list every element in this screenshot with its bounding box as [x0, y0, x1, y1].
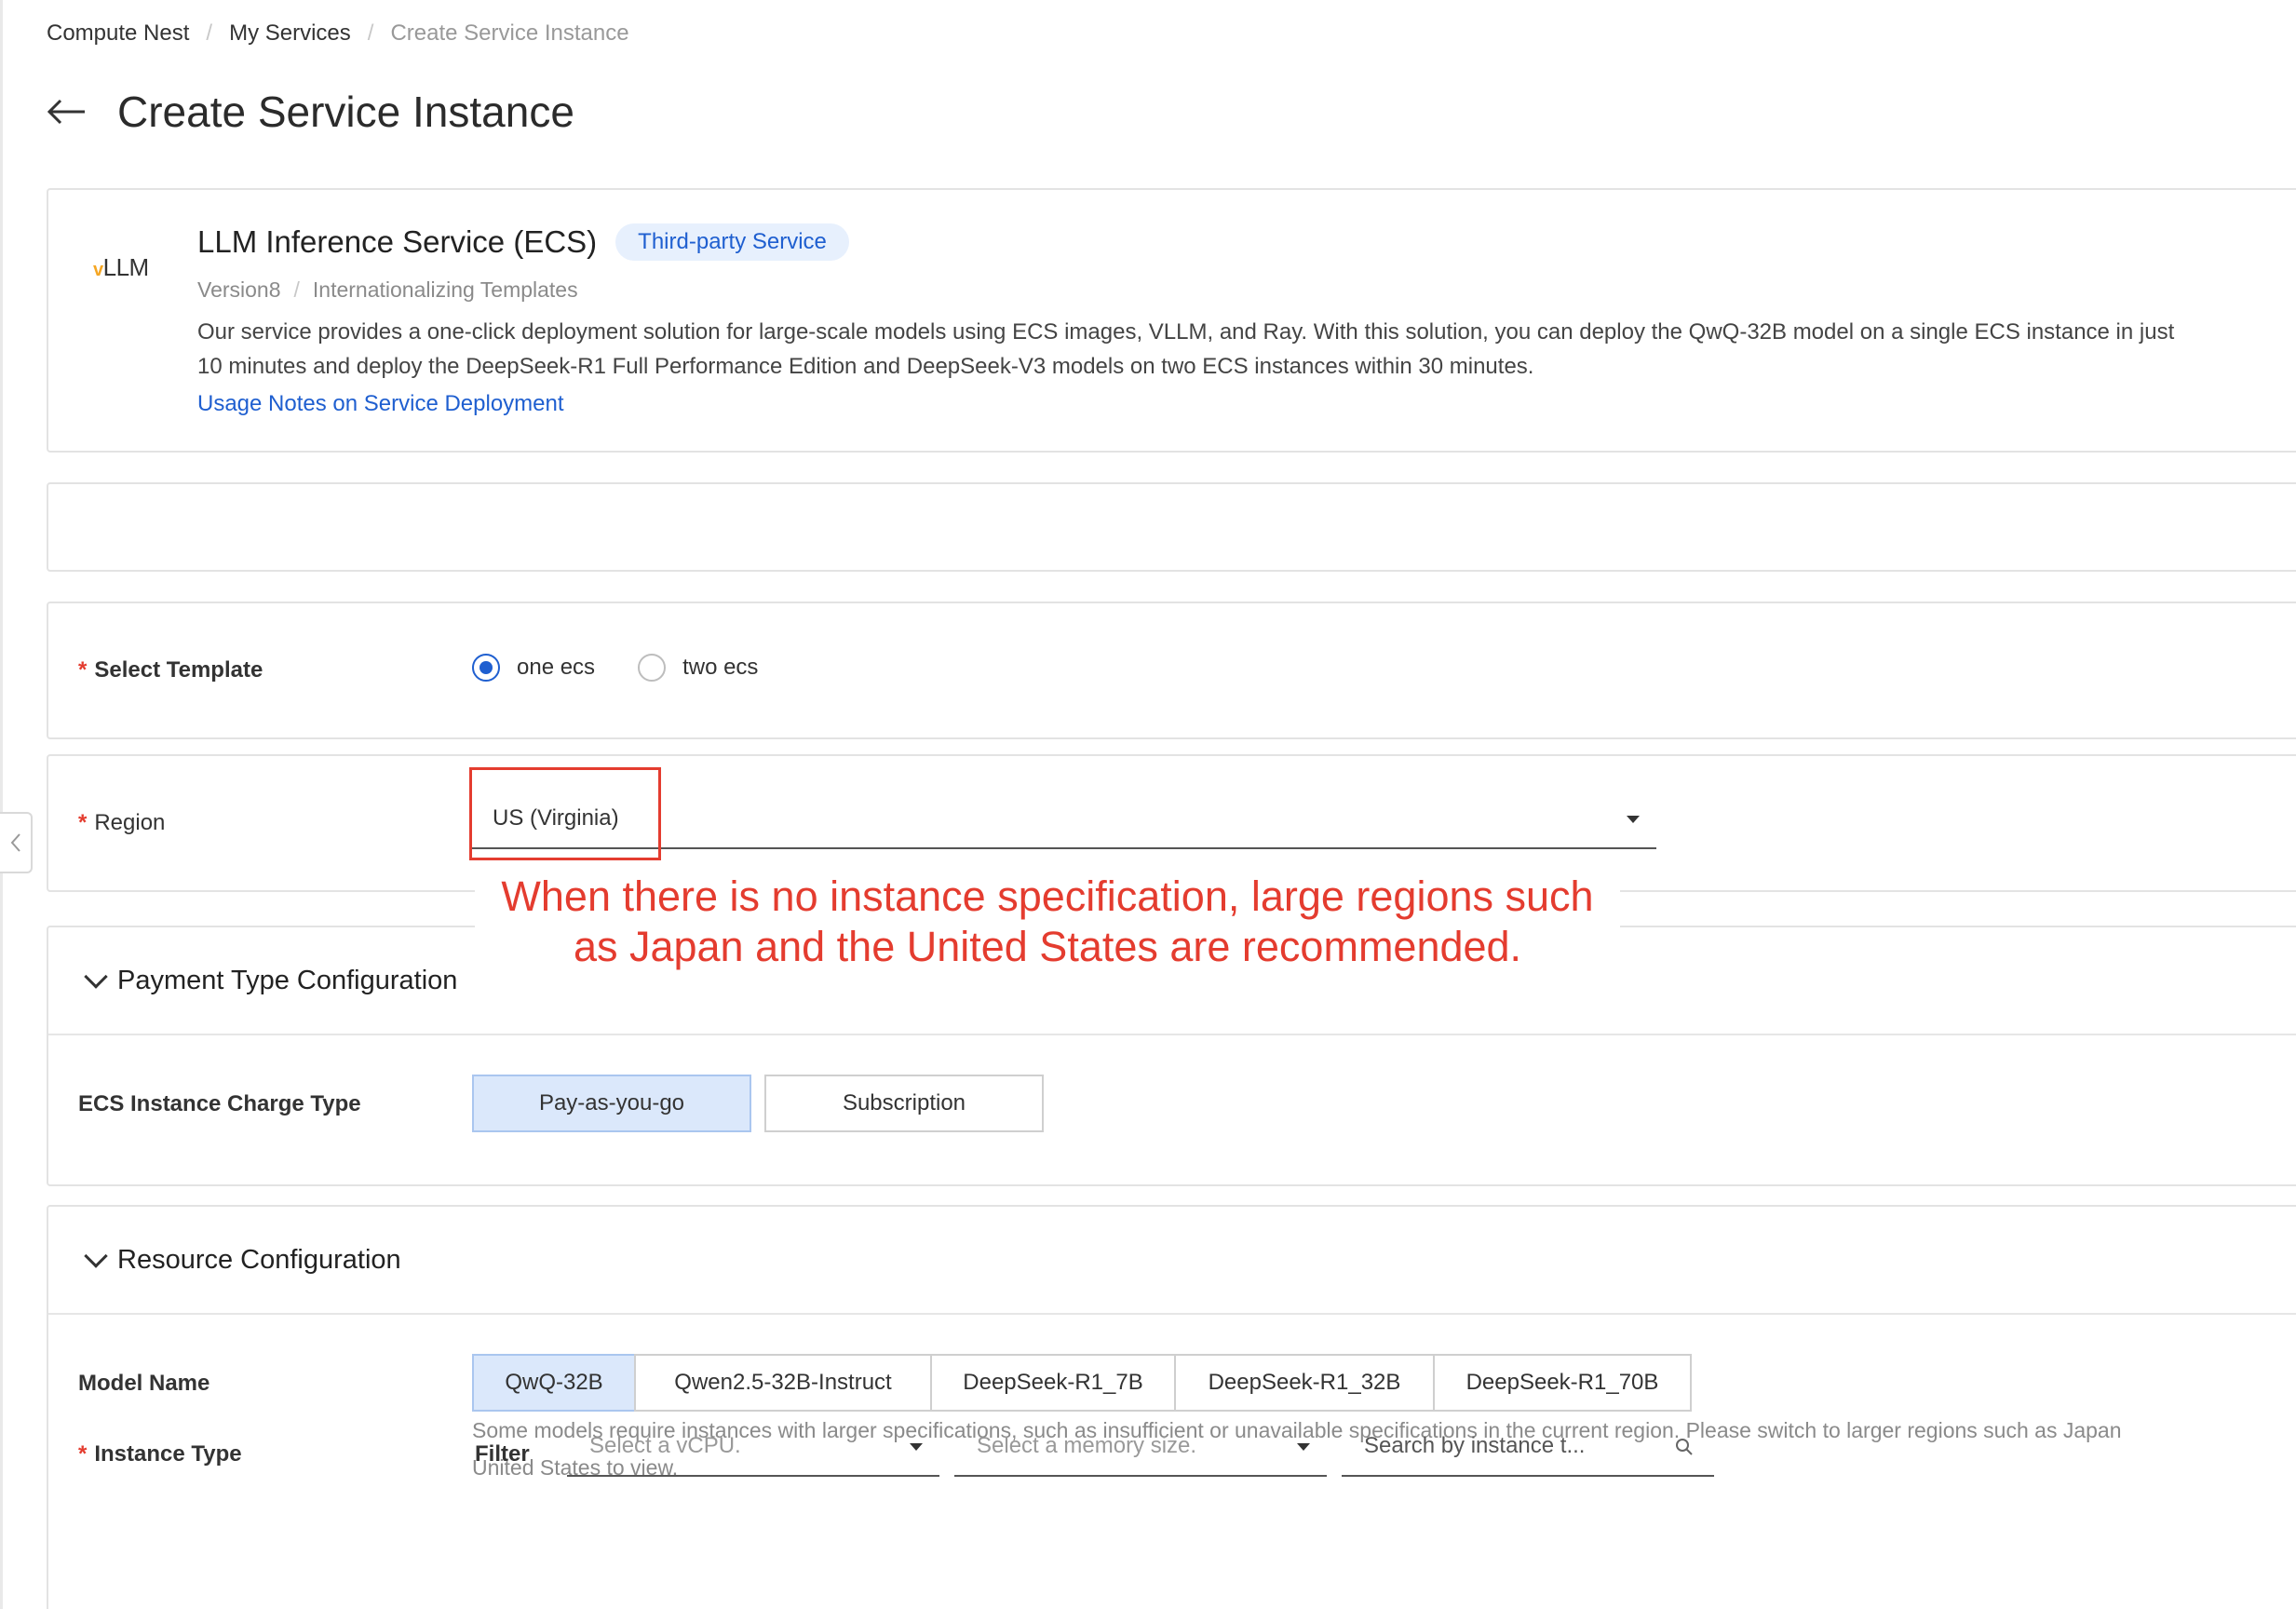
- breadcrumb-current: Create Service Instance: [390, 20, 629, 46]
- vllm-logo: vLLM: [93, 253, 149, 281]
- search-icon: [1676, 1439, 1693, 1455]
- select-template-label: * Select Template: [78, 657, 263, 683]
- charge-pay-as-you-go-button[interactable]: Pay-as-you-go: [472, 1075, 751, 1132]
- breadcrumb-separator: /: [206, 20, 213, 46]
- caret-down-icon: [910, 1443, 923, 1451]
- payment-section-title: Payment Type Configuration: [117, 965, 458, 995]
- resource-card: Resource Configuration Model Name QwQ-32…: [47, 1205, 2296, 1609]
- charge-type-group: Pay-as-you-go Subscription: [472, 1075, 1044, 1132]
- vcpu-select[interactable]: Select a vCPU.: [567, 1417, 939, 1477]
- model-qwen2-5-32b-instruct-button[interactable]: Qwen2.5-32B-Instruct: [634, 1354, 932, 1412]
- radio-unchecked-icon: [638, 654, 667, 682]
- template-card: * Select Template one ecs two ecs: [47, 602, 2296, 739]
- service-name: LLM Inference Service (ECS): [197, 224, 598, 259]
- filter-label: Filter: [475, 1441, 530, 1467]
- region-highlight-box: [469, 767, 661, 860]
- chevron-down-icon: [84, 965, 108, 989]
- model-deepseek-r1-70b-button[interactable]: DeepSeek-R1_70B: [1433, 1354, 1692, 1412]
- radio-two-ecs[interactable]: two ecs: [638, 654, 758, 682]
- model-qwq-32b-button[interactable]: QwQ-32B: [472, 1354, 636, 1412]
- radio-checked-icon: [472, 654, 500, 682]
- service-meta: Version8/Internationalizing Templates: [197, 277, 578, 302]
- model-deepseek-r1-7b-button[interactable]: DeepSeek-R1_7B: [930, 1354, 1176, 1412]
- arrow-left-icon: [47, 99, 85, 125]
- resource-section-title: Resource Configuration: [117, 1244, 401, 1275]
- page-title: Create Service Instance: [117, 88, 574, 136]
- caret-down-icon: [1627, 816, 1640, 823]
- service-type-badge: Third-party Service: [615, 223, 849, 261]
- breadcrumb-separator: /: [367, 20, 374, 46]
- breadcrumb: Compute Nest / My Services / Create Serv…: [47, 19, 629, 48]
- region-annotation: When there is no instance specification,…: [475, 870, 1620, 974]
- service-template-name: Internationalizing Templates: [312, 277, 578, 302]
- model-deepseek-r1-32b-button[interactable]: DeepSeek-R1_32B: [1174, 1354, 1435, 1412]
- usage-notes-link[interactable]: Usage Notes on Service Deployment: [197, 391, 564, 417]
- left-rail: [0, 0, 3, 1609]
- model-name-group: QwQ-32B Qwen2.5-32B-Instruct DeepSeek-R1…: [472, 1354, 1692, 1412]
- instance-search-placeholder: Search by instance t...: [1364, 1433, 1586, 1458]
- page-header: Create Service Instance: [47, 82, 574, 142]
- memory-select[interactable]: Select a memory size.: [954, 1417, 1327, 1477]
- vcpu-placeholder: Select a vCPU.: [589, 1433, 741, 1458]
- region-label: * Region: [78, 810, 166, 835]
- charge-type-label: ECS Instance Charge Type: [78, 1091, 361, 1116]
- chevron-left-icon: [10, 833, 20, 852]
- instance-search-input[interactable]: Search by instance t...: [1342, 1417, 1714, 1477]
- service-title-row: LLM Inference Service (ECS) Third-party …: [197, 223, 849, 261]
- model-name-label: Model Name: [78, 1371, 210, 1396]
- radio-one-ecs[interactable]: one ecs: [472, 654, 595, 682]
- breadcrumb-my-services[interactable]: My Services: [229, 20, 351, 47]
- empty-panel: [47, 482, 2296, 572]
- service-info-card: vLLM LLM Inference Service (ECS) Third-p…: [47, 188, 2296, 453]
- service-description: Our service provides a one-click deploym…: [197, 319, 2175, 379]
- instance-type-label: * Instance Type: [78, 1441, 242, 1467]
- template-radio-group: one ecs two ecs: [472, 654, 801, 682]
- resource-section-header[interactable]: Resource Configuration: [48, 1207, 2296, 1315]
- memory-placeholder: Select a memory size.: [977, 1433, 1197, 1458]
- charge-subscription-button[interactable]: Subscription: [764, 1075, 1044, 1132]
- caret-down-icon: [1297, 1443, 1310, 1451]
- back-button[interactable]: [43, 88, 89, 135]
- service-version: Version8: [197, 277, 281, 302]
- breadcrumb-compute-nest[interactable]: Compute Nest: [47, 20, 189, 47]
- chevron-down-icon: [84, 1244, 108, 1268]
- sidebar-toggle-button[interactable]: [0, 812, 33, 873]
